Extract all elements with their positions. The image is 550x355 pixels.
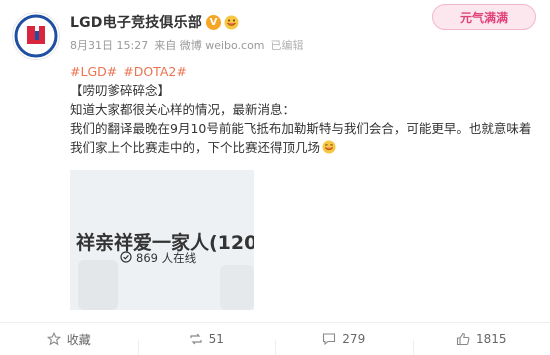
comment-icon: [322, 332, 336, 346]
online-text: 869 人在线: [136, 251, 197, 265]
thumbs-up-icon: [456, 332, 470, 346]
star-icon: [46, 332, 61, 346]
like-button[interactable]: 1815: [412, 332, 550, 355]
image-bg-shape: [78, 260, 118, 310]
username[interactable]: LGD电子竞技俱乐部: [70, 12, 202, 32]
sticker-label: 元气满满: [459, 10, 508, 25]
post-source[interactable]: 来自 微博 weibo.com: [154, 37, 264, 53]
hashtags: #LGD# #DOTA2#: [70, 62, 532, 81]
post-image[interactable]: 祥亲祥爱一家人(1204 869 人在线: [70, 170, 254, 310]
avatar[interactable]: [12, 12, 60, 60]
laughing-emoji-icon: [322, 140, 336, 154]
post-line-body: 我们的翻译最晚在9月10号前能飞抵布加勒斯特与我们会合，可能更早。也就意味着我们…: [70, 119, 532, 157]
hashtag-lgd[interactable]: #LGD#: [70, 64, 117, 79]
lgd-logo-icon: [12, 12, 60, 60]
image-online-count: 869 人在线: [120, 250, 196, 266]
action-bar: 收藏 51 279 1815: [0, 322, 550, 355]
post-date[interactable]: 8月31日 15:27: [70, 37, 148, 53]
comment-button[interactable]: 279: [275, 332, 413, 355]
repost-button[interactable]: 51: [137, 332, 276, 355]
post-meta: 8月31日 15:27 来自 微博 weibo.com 已编辑: [70, 37, 538, 53]
image-bg-shape: [220, 265, 254, 310]
post-content: #LGD# #DOTA2# 【唠叨爹碎碎念】 知道大家都很关心样的情况，最新消息：…: [70, 62, 532, 157]
favorite-label: 收藏: [66, 332, 91, 347]
post-line-title: 【唠叨爹碎碎念】: [70, 83, 171, 98]
verified-v-icon: V: [206, 14, 222, 30]
comment-count: 279: [342, 332, 366, 346]
hashtag-dota2[interactable]: #DOTA2#: [123, 64, 187, 79]
favorite-button[interactable]: 收藏: [0, 331, 138, 348]
post-line-intro: 知道大家都很关心样的情况，最新消息：: [70, 102, 296, 117]
like-count: 1815: [475, 332, 507, 346]
check-circle-icon: [120, 250, 132, 266]
laughing-face-icon: [224, 15, 239, 30]
post-line-body-text: 我们的翻译最晚在9月10号前能飞抵布加勒斯特与我们会合，可能更早。也就意味着我们…: [70, 121, 532, 155]
decoration-sticker: 元气满满: [432, 4, 536, 30]
repost-count: 51: [208, 332, 224, 346]
repost-icon: [189, 332, 203, 346]
edited-label: 已编辑: [270, 39, 304, 52]
